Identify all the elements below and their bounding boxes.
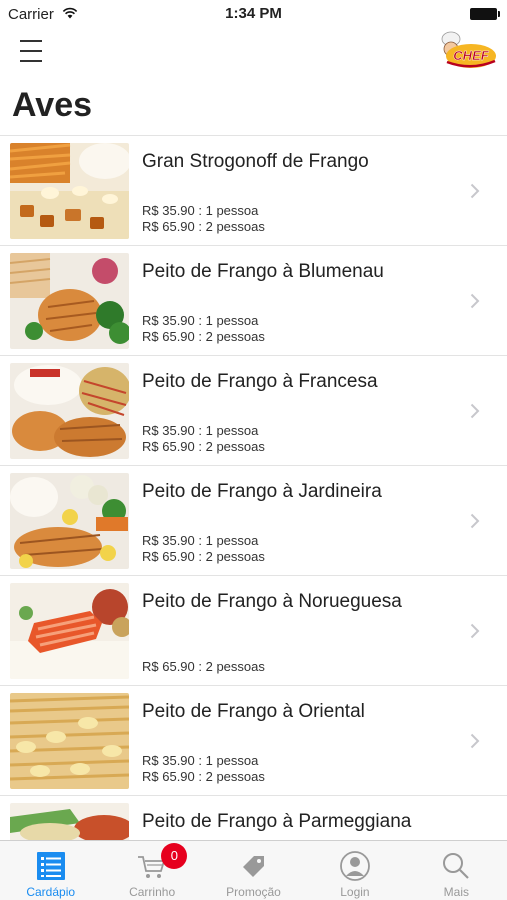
- price-two-people: R$ 65.90 : 2 pessoas: [142, 769, 265, 784]
- battery-icon: [470, 8, 500, 20]
- chevron-right-icon: [470, 513, 480, 529]
- dish-name: Gran Strogonoff de Frango: [142, 151, 369, 172]
- page-title: Aves: [12, 86, 93, 124]
- price-one-person: R$ 35.90 : 1 pessoa: [142, 423, 259, 438]
- price-one-person: R$ 35.90 : 1 pessoa: [142, 533, 259, 548]
- chevron-right-icon: [470, 623, 480, 639]
- list-item[interactable]: Peito de Frango à Blumenau R$ 35.90 : 1 …: [0, 246, 507, 356]
- dish-name: Peito de Frango à Oriental: [142, 701, 365, 722]
- menu-list: Gran Strogonoff de Frango R$ 35.90 : 1 p…: [0, 135, 507, 840]
- tab-promocao[interactable]: Promoção: [203, 841, 304, 900]
- dish-image: [10, 363, 129, 459]
- chevron-right-icon: [470, 403, 480, 419]
- tab-label: Mais: [443, 885, 469, 899]
- list-item[interactable]: Gran Strogonoff de Frango R$ 35.90 : 1 p…: [0, 136, 507, 246]
- status-time: 1:34 PM: [225, 5, 282, 22]
- search-icon: [443, 853, 470, 879]
- list-item[interactable]: Peito de Frango à Oriental R$ 35.90 : 1 …: [0, 686, 507, 796]
- list-item[interactable]: Peito de Frango à Norueguesa R$ 65.90 : …: [0, 576, 507, 686]
- list-item[interactable]: Peito de Frango à Parmeggiana: [0, 796, 507, 840]
- dish-image: [10, 583, 129, 679]
- price-one-person: R$ 35.90 : 1 pessoa: [142, 313, 259, 328]
- tab-label: Carrinho: [129, 885, 176, 899]
- list-item[interactable]: Peito de Frango à Francesa R$ 35.90 : 1 …: [0, 356, 507, 466]
- dish-name: Peito de Frango à Francesa: [142, 371, 378, 392]
- menu-icon[interactable]: [20, 40, 42, 62]
- navigation-bar: CHEF: [0, 28, 507, 78]
- tab-cardapio[interactable]: Cardápio: [0, 841, 101, 900]
- chevron-right-icon: [470, 183, 480, 199]
- dish-image: [10, 253, 129, 349]
- dish-image: [10, 693, 129, 789]
- chevron-right-icon: [470, 733, 480, 749]
- price-two-people: R$ 65.90 : 2 pessoas: [142, 219, 265, 234]
- tab-mais[interactable]: Mais: [406, 841, 507, 900]
- price-two-people: R$ 65.90 : 2 pessoas: [142, 329, 265, 344]
- user-icon: [340, 851, 370, 881]
- tab-label: Cardápio: [26, 885, 76, 899]
- chevron-right-icon: [470, 293, 480, 309]
- tab-login[interactable]: Login: [304, 841, 405, 900]
- chef-logo: CHEF: [441, 31, 496, 68]
- tab-label: Promoção: [226, 885, 281, 899]
- price-one-person: R$ 35.90 : 1 pessoa: [142, 203, 259, 218]
- status-bar: Carrier 1:34 PM: [0, 0, 507, 28]
- dish-name: Peito de Frango à Norueguesa: [142, 591, 402, 612]
- dish-image: [10, 143, 129, 239]
- list-item[interactable]: Peito de Frango à Jardineira R$ 35.90 : …: [0, 466, 507, 576]
- dish-image: [10, 473, 129, 569]
- tab-label: Login: [340, 885, 370, 899]
- svg-text:CHEF: CHEF: [453, 48, 489, 63]
- cart-badge: 0: [161, 843, 188, 869]
- price-two-people: R$ 65.90 : 2 pessoas: [142, 549, 265, 564]
- dish-image: [10, 803, 129, 840]
- price-two-people: R$ 65.90 : 2 pessoas: [142, 659, 265, 674]
- dish-name: Peito de Frango à Blumenau: [142, 261, 384, 282]
- tag-icon: [242, 856, 264, 877]
- dish-name: Peito de Frango à Parmeggiana: [142, 811, 412, 832]
- tab-carrinho[interactable]: 0 Carrinho: [101, 841, 202, 900]
- tab-bar: Cardápio 0 Carrinho Promoção Login Mais: [0, 840, 507, 900]
- price-two-people: R$ 65.90 : 2 pessoas: [142, 439, 265, 454]
- dish-name: Peito de Frango à Jardineira: [142, 481, 382, 502]
- price-one-person: R$ 35.90 : 1 pessoa: [142, 753, 259, 768]
- list-icon: [36, 852, 65, 880]
